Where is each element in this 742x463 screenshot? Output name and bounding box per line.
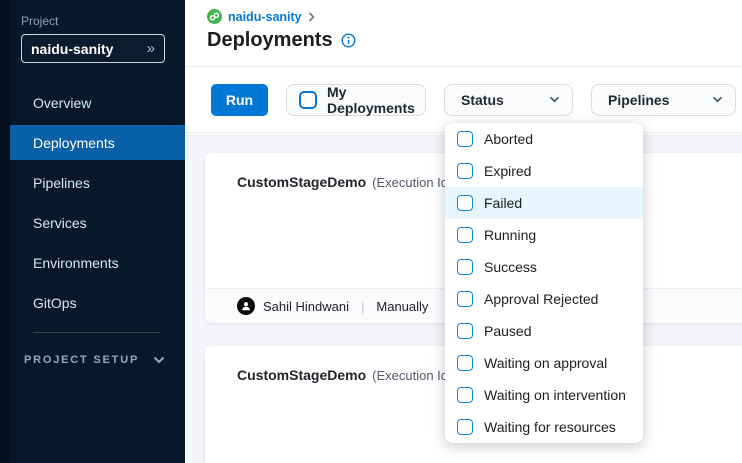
status-filter-dropdown[interactable]: Status <box>444 84 573 116</box>
pipeline-name[interactable]: CustomStageDemo <box>237 367 366 383</box>
execution-id-text: (Execution Id <box>372 175 448 190</box>
checkbox-icon[interactable] <box>457 419 473 435</box>
sidebar-item-environments[interactable]: Environments <box>10 245 185 280</box>
breadcrumb-project-link[interactable]: naidu-sanity <box>228 10 302 24</box>
sidebar: Project naidu-sanity » Overview Deployme… <box>0 0 185 463</box>
sidebar-item-label: Services <box>33 215 87 231</box>
checkbox-icon[interactable] <box>457 323 473 339</box>
project-setup-toggle[interactable]: PROJECT SETUP <box>24 354 185 366</box>
status-option-failed[interactable]: Failed <box>445 187 643 219</box>
checkbox-icon[interactable] <box>457 131 473 147</box>
status-option-label: Failed <box>484 195 522 211</box>
checkbox-icon[interactable] <box>457 291 473 307</box>
triggered-by-user: Sahil Hindwani <box>263 299 349 314</box>
status-option-aborted[interactable]: Aborted <box>445 123 643 155</box>
project-selector[interactable]: naidu-sanity » <box>21 34 165 63</box>
checkbox-icon[interactable] <box>457 227 473 243</box>
checkbox-icon[interactable] <box>457 195 473 211</box>
status-option-label: Approval Rejected <box>484 291 598 307</box>
status-option-waiting-for-resources[interactable]: Waiting for resources <box>445 411 643 443</box>
footer-separator: | <box>357 299 368 314</box>
chevron-down-icon <box>712 96 723 103</box>
chevron-down-icon <box>153 356 165 364</box>
project-green-icon <box>207 9 222 24</box>
project-label: Project <box>21 14 185 28</box>
sidebar-item-label: GitOps <box>33 295 77 311</box>
status-option-approval-rejected[interactable]: Approval Rejected <box>445 283 643 315</box>
page-title: Deployments <box>207 29 333 52</box>
sidebar-item-label: Environments <box>33 255 119 271</box>
checkbox-icon[interactable] <box>457 259 473 275</box>
my-deployments-checkbox[interactable] <box>299 91 317 109</box>
status-option-label: Success <box>484 259 537 275</box>
checkbox-icon[interactable] <box>457 355 473 371</box>
project-selector-value: naidu-sanity <box>31 41 113 57</box>
project-setup-label: PROJECT SETUP <box>24 354 139 366</box>
status-option-label: Running <box>484 227 536 243</box>
status-filter-menu: Aborted Expired Failed Running Success A… <box>445 123 643 443</box>
pipelines-filter-label: Pipelines <box>608 92 669 108</box>
sidebar-item-label: Pipelines <box>33 175 90 191</box>
page-header: naidu-sanity Deployments <box>185 0 742 67</box>
execution-id-text: (Execution Id <box>372 368 448 383</box>
user-avatar-icon <box>237 297 255 315</box>
status-option-running[interactable]: Running <box>445 219 643 251</box>
sidebar-nav: Overview Deployments Pipelines Services … <box>0 85 185 320</box>
checkbox-icon[interactable] <box>457 387 473 403</box>
chevron-down-icon <box>549 96 560 103</box>
sidebar-item-label: Overview <box>33 95 91 111</box>
title-row: Deployments <box>207 29 742 52</box>
status-option-paused[interactable]: Paused <box>445 315 643 347</box>
status-option-label: Waiting on approval <box>484 355 607 371</box>
sidebar-item-gitops[interactable]: GitOps <box>10 285 185 320</box>
status-filter-label: Status <box>461 92 504 108</box>
pipeline-name[interactable]: CustomStageDemo <box>237 174 366 190</box>
status-option-expired[interactable]: Expired <box>445 155 643 187</box>
status-option-label: Paused <box>484 323 531 339</box>
sidebar-item-label: Deployments <box>33 135 115 151</box>
my-deployments-filter[interactable]: My Deployments <box>286 84 426 116</box>
status-option-label: Expired <box>484 163 531 179</box>
status-option-success[interactable]: Success <box>445 251 643 283</box>
status-option-waiting-on-approval[interactable]: Waiting on approval <box>445 347 643 379</box>
status-option-waiting-on-intervention[interactable]: Waiting on intervention <box>445 379 643 411</box>
trigger-type: Manually <box>376 299 428 314</box>
breadcrumb: naidu-sanity <box>207 9 742 24</box>
my-deployments-label: My Deployments <box>327 84 415 116</box>
sidebar-item-deployments[interactable]: Deployments <box>10 125 185 160</box>
sidebar-item-overview[interactable]: Overview <box>10 85 185 120</box>
chevron-right-icon <box>308 12 315 22</box>
checkbox-icon[interactable] <box>457 163 473 179</box>
info-icon[interactable] <box>341 33 356 48</box>
status-option-label: Aborted <box>484 131 533 147</box>
status-option-label: Waiting for resources <box>484 419 616 435</box>
run-button[interactable]: Run <box>211 84 268 116</box>
pipelines-filter-dropdown[interactable]: Pipelines <box>591 84 736 116</box>
status-option-label: Waiting on intervention <box>484 387 626 403</box>
chevron-double-right-icon[interactable]: » <box>147 40 155 57</box>
sidebar-divider <box>33 332 160 333</box>
sidebar-item-pipelines[interactable]: Pipelines <box>10 165 185 200</box>
sidebar-item-services[interactable]: Services <box>10 205 185 240</box>
